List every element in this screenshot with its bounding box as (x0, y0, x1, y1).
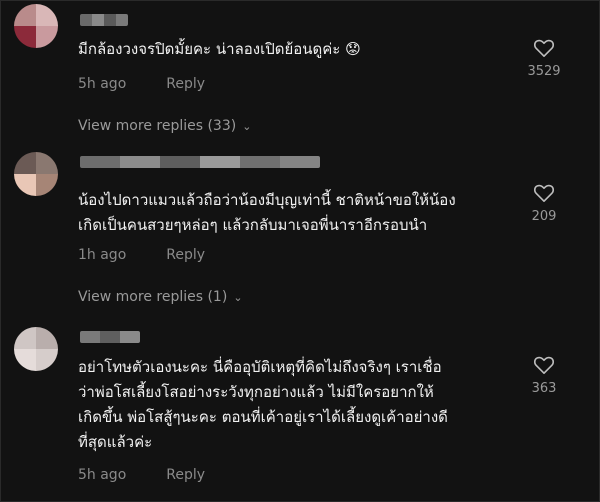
username-blurred[interactable] (80, 331, 140, 343)
heart-outline-icon (533, 39, 555, 57)
reply-button[interactable]: Reply (166, 247, 205, 263)
heart-outline-icon (533, 184, 555, 202)
like-count: 363 (531, 381, 557, 396)
like-count: 3529 (527, 64, 561, 79)
view-more-replies-label: View more replies (33) (78, 118, 237, 134)
avatar[interactable] (14, 327, 58, 371)
comment-meta: 5h ago Reply (78, 467, 205, 483)
like-count: 209 (531, 209, 557, 224)
like-button[interactable]: 3529 (522, 38, 566, 79)
timestamp: 5h ago (78, 76, 127, 92)
like-button[interactable]: 209 (522, 183, 566, 224)
reply-button[interactable]: Reply (166, 467, 205, 483)
comment-text: มีกล้องวงจรปิดมั้ยคะ น่าลองเปิดย้อนดูค่ะ… (78, 40, 361, 58)
reply-button[interactable]: Reply (166, 76, 205, 92)
like-button[interactable]: 363 (522, 355, 566, 396)
view-more-replies-label: View more replies (1) (78, 289, 228, 305)
chevron-down-icon: ⌄ (233, 291, 243, 304)
comment-text: อย่าโทษตัวเองนะคะ นี่คืออุบัติเหตุที่คิด… (78, 358, 448, 451)
username-blurred[interactable] (80, 156, 320, 168)
timestamp: 1h ago (78, 247, 127, 263)
heart-outline-icon (533, 356, 555, 374)
view-more-replies[interactable]: View more replies (33) ⌄ (78, 118, 251, 134)
comment-meta: 1h ago Reply (78, 247, 205, 263)
comment-meta: 5h ago Reply (78, 76, 205, 92)
timestamp: 5h ago (78, 467, 127, 483)
view-more-replies[interactable]: View more replies (1) ⌄ (78, 289, 243, 305)
comment-text: น้องไปดาวแมวแล้วถือว่าน้องมีบุญเท่านี้ ช… (78, 191, 456, 234)
username-blurred[interactable] (80, 14, 128, 26)
avatar[interactable] (14, 4, 58, 48)
chevron-down-icon: ⌄ (242, 120, 252, 133)
avatar[interactable] (14, 152, 58, 196)
